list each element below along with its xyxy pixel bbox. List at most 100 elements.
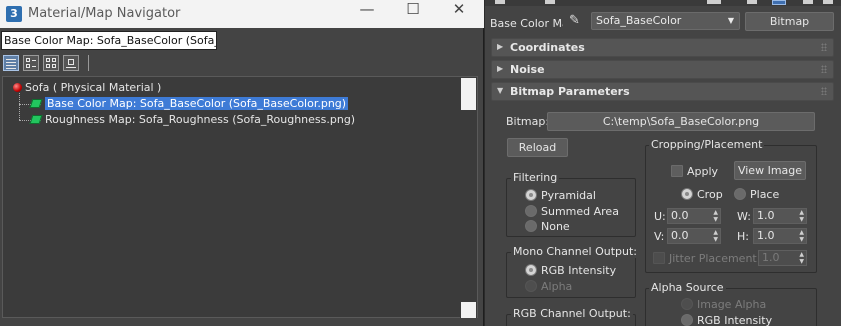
rollout-coordinates[interactable]: ▶ Coordinates (491, 38, 834, 57)
jitter-spinner[interactable]: 1.0 ▲ ▼ (758, 250, 807, 266)
bitmap-map-icon (29, 115, 43, 124)
mono-channel-title: Mono Channel Output: (511, 245, 639, 258)
alpha-image-alpha-label[interactable]: Image Alpha (697, 298, 766, 311)
h-spinner[interactable]: 1.0 ▲ ▼ (753, 228, 807, 244)
h-label: H: (737, 230, 749, 243)
scrollbar-thumb[interactable] (461, 78, 476, 110)
apply-label[interactable]: Apply (687, 165, 718, 178)
view-image-button[interactable]: View Image (734, 161, 806, 180)
filtering-none-label[interactable]: None (541, 220, 570, 233)
material-tree[interactable]: Sofa ( Physical Material ) Base Color Ma… (2, 76, 478, 318)
filtering-pyramidal-radio[interactable] (525, 189, 537, 201)
mono-alpha-radio[interactable] (525, 280, 537, 292)
place-radio[interactable] (734, 188, 746, 200)
apply-checkbox[interactable] (671, 165, 683, 177)
h-value: 1.0 (757, 229, 775, 242)
tree-connector (19, 93, 20, 120)
toolbar-icon[interactable] (707, 0, 721, 4)
bitmap-path-button[interactable]: C:\temp\Sofa_BaseColor.png (547, 112, 815, 131)
bitmap-label: Bitmap: (506, 115, 550, 128)
drag-grip-icon[interactable] (821, 87, 827, 95)
u-value: 0.0 (671, 209, 689, 222)
spinner-arrows-icon[interactable]: ▲ ▼ (799, 209, 804, 223)
alpha-source-title: Alpha Source (649, 281, 726, 294)
alpha-image-alpha-radio[interactable] (681, 298, 693, 310)
drag-grip-icon[interactable] (821, 65, 827, 73)
filtering-summed-area-radio[interactable] (525, 205, 537, 217)
map-name-value: Sofa_BaseColor (596, 14, 682, 27)
w-value: 1.0 (757, 209, 775, 222)
eyedropper-icon[interactable]: ✎ (569, 13, 580, 28)
spinner-arrows-icon[interactable]: ▲ ▼ (799, 229, 804, 243)
jitter-placement-label: Jitter Placement: (669, 252, 761, 265)
spinner-arrows-icon[interactable]: ▲ ▼ (713, 229, 718, 243)
tree-item-roughness-map[interactable]: Roughness Map: Sofa_Roughness (Sofa_Roug… (29, 113, 356, 127)
toolbar-icon[interactable] (823, 0, 833, 4)
u-spinner[interactable]: 0.0 ▲ ▼ (667, 208, 721, 224)
spinner-arrows-icon[interactable]: ▲ ▼ (799, 251, 804, 265)
list-thumb-small-icon[interactable] (23, 55, 39, 71)
place-label[interactable]: Place (750, 188, 779, 201)
chevron-down-icon: ▼ (497, 86, 504, 95)
toolbar-icon[interactable] (803, 0, 813, 4)
filtering-summed-area-label[interactable]: Summed Area (541, 205, 619, 218)
active-toolbar-icon[interactable] (772, 0, 786, 5)
rgb-channel-title: RGB Channel Output: (511, 307, 633, 320)
rollout-bitmap-parameters[interactable]: ▼ Bitmap Parameters (491, 82, 834, 101)
mono-alpha-label[interactable]: Alpha (541, 280, 572, 293)
editor-toolbar-strip (485, 0, 841, 6)
chevron-right-icon: ▶ (497, 64, 504, 73)
u-label: U: (654, 210, 666, 223)
toolbar-icon[interactable] (495, 0, 505, 4)
chevron-down-icon: ▼ (727, 16, 734, 25)
close-button[interactable]: ✕ (436, 0, 482, 28)
window-title: Material/Map Navigator (28, 6, 181, 21)
map-label: Base Color Map (490, 17, 563, 30)
tree-scrollbar[interactable] (460, 78, 477, 318)
toolbar-icon[interactable] (747, 0, 757, 4)
mono-rgb-intensity-label[interactable]: RGB Intensity (541, 264, 616, 277)
physical-material-icon (13, 83, 22, 92)
current-map-path: Base Color Map: Sofa_BaseColor (Sofa_Bas… (1, 31, 217, 50)
bitmap-map-icon (29, 99, 43, 108)
scrollbar-end[interactable] (461, 302, 476, 318)
map-name-field[interactable]: Sofa_BaseColor ▼ (591, 12, 740, 30)
tree-item-root[interactable]: Sofa ( Physical Material ) (13, 81, 161, 95)
alpha-rgb-intensity-label[interactable]: RGB Intensity (697, 314, 772, 326)
list-thumb-large-icon[interactable] (43, 55, 59, 71)
toolbar-icon[interactable] (545, 0, 555, 4)
list-view-icon[interactable] (3, 55, 19, 71)
tree-item-label: Roughness Map: Sofa_Roughness (Sofa_Roug… (45, 113, 356, 126)
v-value: 0.0 (671, 229, 689, 242)
w-label: W: (737, 210, 751, 223)
tree-item-base-color-map[interactable]: Base Color Map: Sofa_BaseColor (Sofa_Bas… (29, 97, 349, 111)
alpha-rgb-intensity-radio[interactable] (681, 314, 693, 326)
rollout-noise[interactable]: ▶ Noise (491, 60, 834, 79)
reload-button[interactable]: Reload (507, 138, 568, 157)
w-spinner[interactable]: 1.0 ▲ ▼ (753, 208, 807, 224)
material-editor-panel: Base Color Map ✎ Sofa_BaseColor ▼ Bitmap… (485, 0, 841, 326)
v-spinner[interactable]: 0.0 ▲ ▼ (667, 228, 721, 244)
material-map-navigator-window: 3 Material/Map Navigator — ☐ ✕ Base Colo… (0, 0, 484, 326)
minimize-button[interactable]: — (344, 0, 390, 28)
map-type-button[interactable]: Bitmap (745, 12, 834, 31)
show-maps-icon[interactable] (63, 55, 79, 71)
crop-label[interactable]: Crop (697, 188, 723, 201)
mono-rgb-intensity-radio[interactable] (525, 264, 537, 276)
v-label: V: (654, 230, 665, 243)
jitter-placement-checkbox[interactable] (653, 252, 665, 264)
filtering-none-radio[interactable] (525, 220, 537, 232)
view-toolbar (0, 52, 484, 74)
crop-radio[interactable] (681, 188, 693, 200)
drag-grip-icon[interactable] (821, 43, 827, 51)
spinner-arrows-icon[interactable]: ▲ ▼ (713, 209, 718, 223)
rollout-title: Bitmap Parameters (510, 85, 630, 98)
rollout-title: Coordinates (510, 41, 585, 54)
filtering-pyramidal-label[interactable]: Pyramidal (541, 189, 596, 202)
toolbar-separator (88, 55, 89, 71)
app-icon: 3 (6, 6, 22, 22)
maximize-button[interactable]: ☐ (390, 0, 436, 28)
tree-item-label: Base Color Map: Sofa_BaseColor (Sofa_Bas… (45, 97, 349, 110)
title-bar[interactable]: 3 Material/Map Navigator — ☐ ✕ (0, 0, 484, 28)
tree-item-label: Sofa ( Physical Material ) (25, 81, 162, 94)
